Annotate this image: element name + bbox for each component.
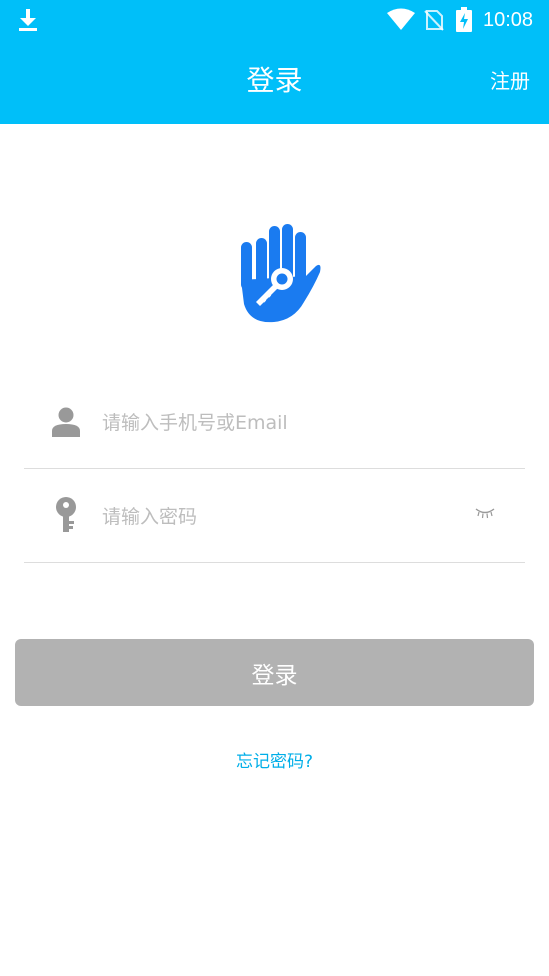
status-time: 10:08 <box>483 9 534 31</box>
account-input[interactable] <box>102 403 462 443</box>
battery-charging-icon <box>456 7 472 32</box>
forgot-password-link[interactable]: 忘记密码? <box>0 748 549 776</box>
no-sim-icon <box>424 10 444 31</box>
register-button[interactable]: 注册 <box>490 64 530 98</box>
wifi-icon <box>387 8 415 30</box>
eye-closed-icon[interactable] <box>474 507 496 521</box>
account-field-row <box>24 375 525 469</box>
user-icon <box>52 407 80 437</box>
page-title: 登录 <box>246 64 303 97</box>
app-header: 10:08 登录 注册 <box>0 0 549 124</box>
hand-key-icon <box>241 224 321 323</box>
download-icon <box>19 9 37 31</box>
password-input[interactable] <box>102 497 462 537</box>
key-icon <box>56 497 76 532</box>
status-bar: 10:08 <box>0 0 549 40</box>
login-button[interactable]: 登录 <box>15 639 534 706</box>
password-field-row <box>24 469 525 563</box>
